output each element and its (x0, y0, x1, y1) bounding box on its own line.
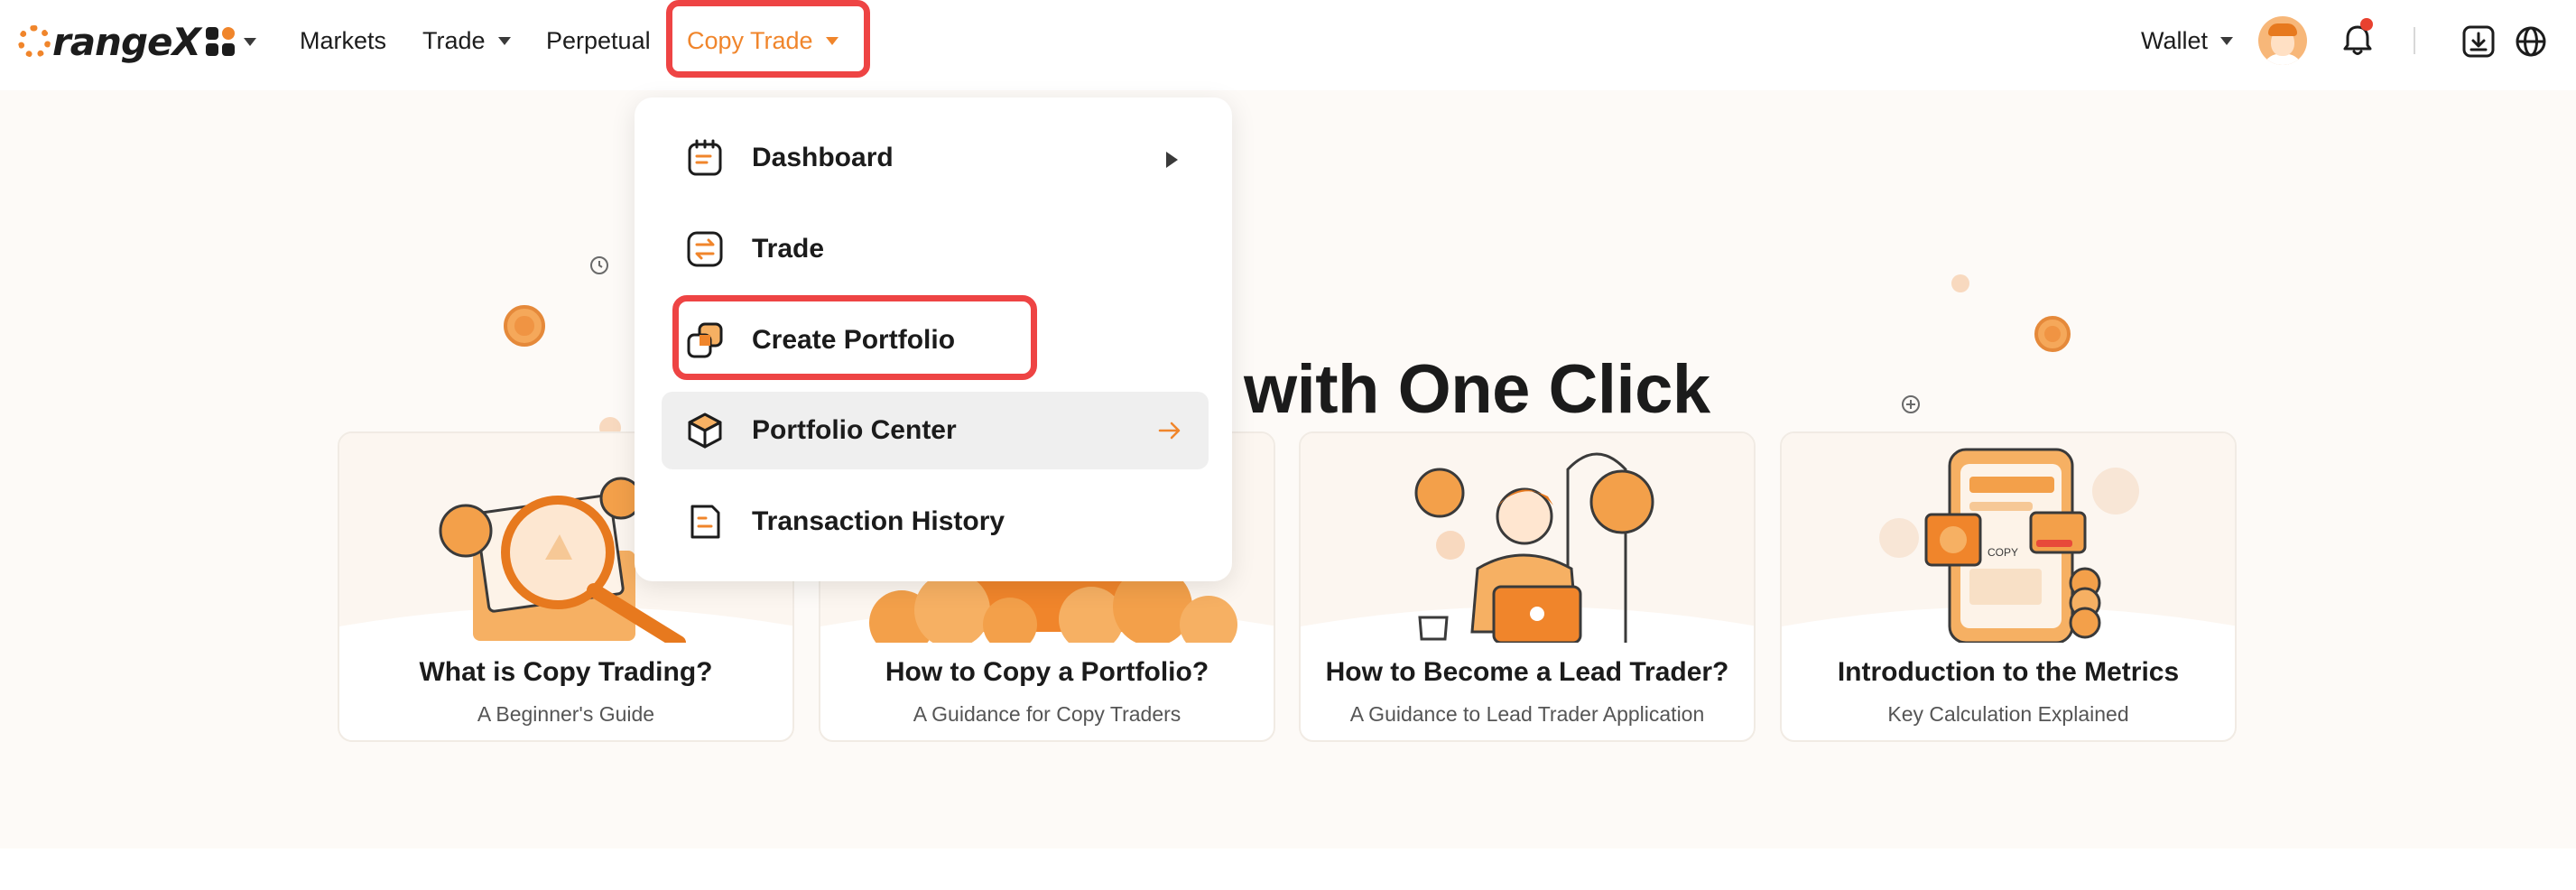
menu-item-label: Portfolio Center (752, 415, 957, 445)
menu-item-dashboard[interactable]: Dashboard (662, 119, 1209, 197)
card-subtitle: Key Calculation Explained (1887, 702, 2129, 726)
card-title: Introduction to the Metrics (1837, 657, 2180, 687)
nav-trade[interactable]: Trade (422, 23, 511, 58)
coin-decoration (504, 305, 545, 347)
card-illustration-trader (1301, 433, 1754, 643)
card-title: How to Become a Lead Trader? (1325, 657, 1729, 687)
apps-grid-icon (206, 27, 235, 56)
copy-trade-highlight-box (666, 0, 870, 78)
avatar[interactable] (2258, 16, 2307, 65)
card-subtitle: A Guidance for Copy Traders (913, 702, 1181, 726)
nav-wallet-label: Wallet (2141, 26, 2209, 54)
logo-text: rangeX (52, 19, 201, 64)
nav-perpetual-label: Perpetual (546, 26, 651, 54)
chevron-down-icon (497, 36, 511, 45)
plus-circle-icon (1902, 395, 1920, 413)
globe-icon[interactable] (2513, 23, 2549, 60)
nav-perpetual[interactable]: Perpetual (546, 23, 651, 58)
swap-icon (687, 231, 723, 267)
chevron-down-icon (2220, 36, 2234, 45)
triangle-right-icon (1166, 152, 1178, 168)
nav-markets[interactable]: Markets (300, 23, 386, 58)
create-portfolio-highlight-box (672, 295, 1037, 380)
card-introduction-metrics[interactable]: COPY Introduction to the Metrics Key Cal… (1780, 431, 2237, 742)
menu-item-transaction-history[interactable]: Transaction History (662, 483, 1209, 561)
menu-item-label: Trade (752, 234, 825, 264)
logo-ring-icon (18, 25, 51, 58)
document-icon (690, 505, 720, 539)
card-title: What is Copy Trading? (419, 657, 713, 687)
card-illustration-phone: COPY (1782, 433, 2235, 643)
apps-menu[interactable] (206, 27, 256, 56)
nav-markets-label: Markets (300, 26, 387, 54)
card-title: How to Copy a Portfolio? (885, 657, 1209, 687)
menu-item-portfolio-center[interactable]: Portfolio Center (662, 392, 1209, 469)
cube-icon (688, 413, 722, 449)
nav-trade-label: Trade (422, 26, 486, 54)
clock-icon (590, 256, 608, 274)
card-become-lead-trader[interactable]: How to Become a Lead Trader? A Guidance … (1299, 431, 1756, 742)
dot-decoration (1951, 274, 1969, 292)
arrow-right-icon (1158, 422, 1181, 440)
menu-item-label: Transaction History (752, 506, 1005, 536)
nav-divider (2414, 27, 2415, 54)
top-navigation-bar: rangeX Markets Trade Perpetual Copy Trad… (0, 0, 2576, 83)
orangex-logo[interactable]: rangeX (18, 19, 201, 64)
copy-label: COPY (1988, 546, 2018, 559)
nav-wallet[interactable]: Wallet (2141, 23, 2234, 58)
download-icon[interactable] (2460, 23, 2497, 60)
card-subtitle: A Guidance to Lead Trader Application (1349, 702, 1705, 726)
notification-dot (2360, 18, 2373, 31)
card-subtitle: A Beginner's Guide (477, 702, 655, 726)
notepad-icon (688, 139, 722, 176)
hero-title: with One Click (1244, 351, 1710, 428)
chevron-down-icon (244, 37, 256, 46)
coin-decoration (2034, 316, 2071, 352)
menu-item-trade[interactable]: Trade (662, 210, 1209, 288)
menu-item-label: Dashboard (752, 143, 894, 172)
